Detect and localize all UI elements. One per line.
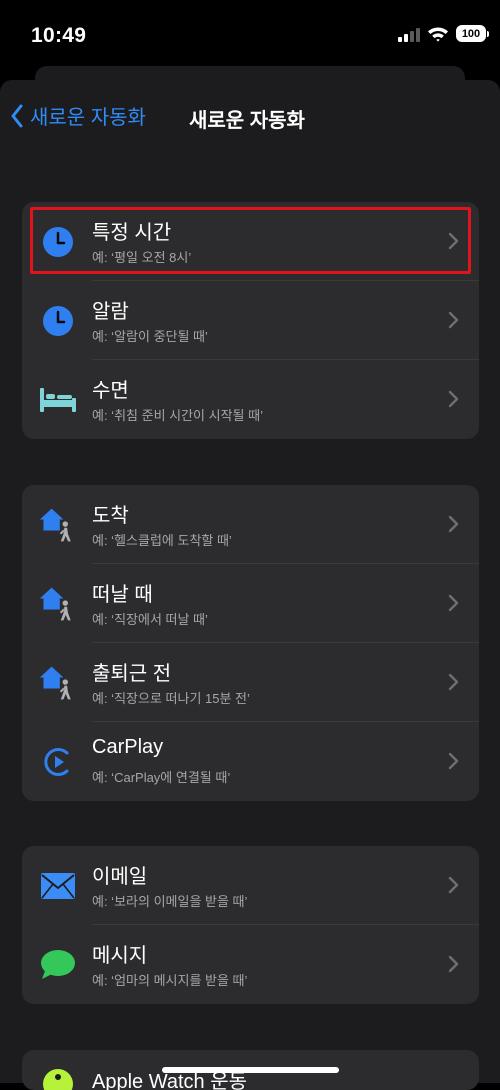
list-item-specific-time[interactable]: 특정 시간 예: ‘평일 오전 8시’: [22, 202, 479, 281]
chevron-right-icon: [448, 955, 459, 973]
list-item-carplay[interactable]: CarPlay 예: ‘CarPlay에 연결될 때’: [22, 722, 479, 801]
list-item-before-commute[interactable]: 출퇴근 전 예: ‘직장으로 떠나기 15분 전’: [22, 643, 479, 722]
list-item-arrive[interactable]: 도착 예: ‘헬스클럽에 도착할 때’: [22, 485, 479, 564]
home-person-icon: [38, 584, 78, 624]
back-button[interactable]: 새로운 자동화: [10, 101, 146, 130]
item-subtitle: 예: ‘헬스클럽에 도착할 때’: [92, 533, 232, 548]
item-subtitle: 예: ‘엄마의 메시지를 받을 때’: [92, 973, 248, 988]
trigger-group-communication: 이메일 예: ‘보라의 이메일을 받을 때’ 메시지 예: ‘엄마의 메시지를 …: [22, 846, 479, 1004]
navigation-bar: 새로운 자동화 새로운 자동화: [0, 97, 500, 139]
chevron-right-icon: [448, 390, 459, 408]
item-title: 알람: [92, 301, 129, 323]
chevron-right-icon: [448, 752, 459, 770]
item-title: 도착: [92, 505, 129, 527]
item-title: 메시지: [92, 945, 148, 967]
selection-highlight-box: [30, 207, 471, 274]
watch-workout-icon: [38, 1064, 78, 1090]
trigger-group-location: 도착 예: ‘헬스클럽에 도착할 때’ 떠날 때 예: ‘직장에서 떠날 때’ …: [22, 485, 479, 801]
chevron-right-icon: [448, 311, 459, 329]
item-title: 수면: [92, 380, 129, 402]
back-button-label: 새로운 자동화: [30, 107, 146, 129]
carplay-icon: [38, 742, 78, 782]
chevron-right-icon: [448, 594, 459, 612]
home-indicator: [162, 1067, 339, 1073]
chevron-left-icon: [11, 104, 23, 127]
item-title: CarPlay: [92, 736, 164, 758]
trigger-group-time: 특정 시간 예: ‘평일 오전 8시’ 알람 예: ‘알람이 중단될 때’ 수면…: [22, 202, 479, 439]
item-subtitle: 예: ‘CarPlay에 연결될 때’: [92, 770, 231, 785]
list-item-email[interactable]: 이메일 예: ‘보라의 이메일을 받을 때’: [22, 846, 479, 925]
item-title: 이메일: [92, 866, 148, 888]
list-item-alarm[interactable]: 알람 예: ‘알람이 중단될 때’: [22, 281, 479, 360]
clock-icon: [38, 301, 78, 341]
item-subtitle: 예: ‘직장으로 떠나기 15분 전’: [92, 691, 250, 706]
cellular-signal-icon: [398, 26, 420, 42]
item-subtitle: 예: ‘보라의 이메일을 받을 때’: [92, 894, 248, 909]
battery-level: 100: [461, 27, 481, 40]
chevron-right-icon: [448, 876, 459, 894]
list-item-message[interactable]: 메시지 예: ‘엄마의 메시지를 받을 때’: [22, 925, 479, 1004]
chevron-right-icon: [448, 515, 459, 533]
item-subtitle: 예: ‘직장에서 떠날 때’: [92, 612, 208, 627]
list-item-sleep[interactable]: 수면 예: ‘취침 준비 시간이 시작될 때’: [22, 360, 479, 439]
home-person-icon: [38, 505, 78, 545]
mail-icon: [38, 866, 78, 906]
battery-icon: 100: [456, 25, 489, 42]
list-item-leave[interactable]: 떠날 때 예: ‘직장에서 떠날 때’: [22, 564, 479, 643]
page-title: 새로운 자동화: [189, 110, 305, 132]
chevron-right-icon: [448, 673, 459, 691]
wifi-icon: [428, 27, 448, 42]
item-title: 출퇴근 전: [92, 663, 172, 685]
bed-icon: [38, 380, 78, 420]
item-title: 떠날 때: [92, 584, 153, 606]
status-bar: 10:49 100: [0, 0, 500, 70]
status-icons: 100: [398, 25, 489, 42]
item-subtitle: 예: ‘알람이 중단될 때’: [92, 329, 208, 344]
message-icon: [38, 945, 78, 985]
home-person-icon: [38, 663, 78, 703]
item-subtitle: 예: ‘취침 준비 시간이 시작될 때’: [92, 408, 263, 423]
status-time: 10:49: [31, 24, 87, 47]
